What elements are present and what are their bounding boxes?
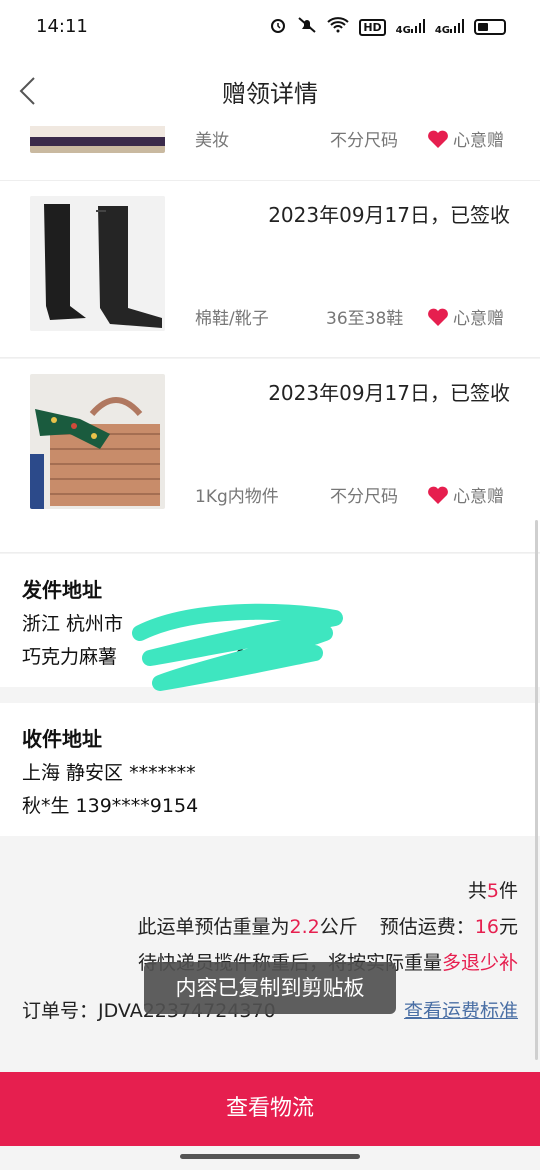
receiver-address[interactable]: 收件地址 上海 静安区 ******* 秋*生 139****9154 xyxy=(0,703,540,836)
item-date: 2023年09月17日，已签收 xyxy=(268,203,510,227)
redaction-scribble xyxy=(132,603,343,691)
home-indicator[interactable] xyxy=(180,1154,360,1159)
receiver-line1: 上海 静安区 ******* xyxy=(22,762,196,784)
battery-icon xyxy=(474,19,506,35)
status-bar: 14:11 HD 4G 4G xyxy=(0,0,540,56)
hd-icon: HD xyxy=(359,18,386,36)
item-size: 不分尺码 xyxy=(330,131,398,151)
signal-4g-icon: 4G xyxy=(396,18,425,36)
gift-badge: 心意赠 xyxy=(427,482,504,507)
heart-icon xyxy=(428,130,448,148)
item-size: 36至38鞋 xyxy=(326,309,404,329)
badge-label: 心意赠 xyxy=(453,309,504,329)
scrollbar[interactable] xyxy=(535,520,538,1060)
status-time: 14:11 xyxy=(36,16,88,37)
mute-icon xyxy=(297,16,317,38)
content-scroll[interactable]: 美妆 不分尺码 心意赠 2023年09月17日，已签收 棉鞋/靴子 36至38鞋… xyxy=(0,126,540,1070)
gift-item[interactable]: 2023年09月17日，已签收 棉鞋/靴子 36至38鞋 心意赠 xyxy=(0,181,540,358)
heart-icon xyxy=(428,486,448,504)
item-thumbnail xyxy=(30,374,165,509)
page-title: 赠领详情 xyxy=(222,80,318,108)
fee-standard-link[interactable]: 查看运费标准 xyxy=(404,996,518,1023)
view-logistics-button[interactable]: 查看物流 xyxy=(0,1072,540,1146)
heart-icon xyxy=(428,308,448,326)
gift-badge: 心意赠 xyxy=(427,126,504,151)
badge-label: 心意赠 xyxy=(453,131,504,151)
receiver-title: 收件地址 xyxy=(22,727,102,751)
status-icons: HD 4G 4G xyxy=(269,16,506,38)
gift-badge: 心意赠 xyxy=(427,304,504,329)
item-category: 美妆 xyxy=(195,131,229,151)
badge-label: 心意赠 xyxy=(453,487,504,507)
sender-address[interactable]: 发件地址 浙江 杭州市 3 巧克力麻薯 0 xyxy=(0,554,540,691)
gift-item[interactable]: 美妆 不分尺码 心意赠 xyxy=(0,126,540,181)
gift-item[interactable]: 2023年09月17日，已签收 1Kg内物件 不分尺码 心意赠 xyxy=(0,359,540,553)
signal-4g-icon: 4G xyxy=(435,18,464,36)
receiver-line2: 秋*生 139****9154 xyxy=(22,795,199,817)
item-count: 共5件 xyxy=(467,880,518,902)
item-thumbnail xyxy=(30,196,165,331)
item-category: 棉鞋/靴子 xyxy=(195,309,269,329)
item-date: 2023年09月17日，已签收 xyxy=(268,381,510,405)
item-size: 不分尺码 xyxy=(330,487,398,507)
sender-title: 发件地址 xyxy=(22,578,102,602)
shipping-summary: 共5件 此运单预估重量为2.2公斤预估运费：16元 待快递员揽件称重后，将按实际… xyxy=(0,836,540,1070)
item-thumbnail xyxy=(30,126,165,153)
wifi-icon xyxy=(327,17,349,37)
copied-toast: 内容已复制到剪贴板 xyxy=(144,962,396,1014)
nav-bar: 赠领详情 xyxy=(0,56,540,126)
alarm-icon xyxy=(269,16,287,38)
item-category: 1Kg内物件 xyxy=(195,487,279,507)
weight-fee-line: 此运单预估重量为2.2公斤 预估运费：16元 xyxy=(137,916,518,938)
